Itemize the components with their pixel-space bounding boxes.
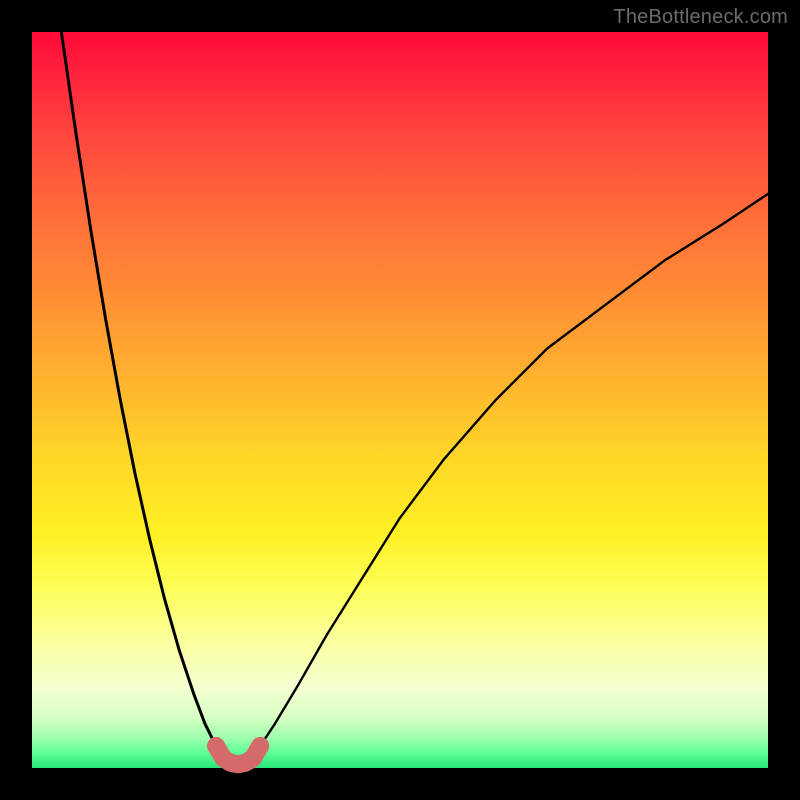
curve-left (61, 32, 216, 746)
watermark-label: TheBottleneck.com (613, 6, 788, 29)
chart-svg (32, 32, 768, 768)
chart-canvas (32, 32, 768, 768)
trough (216, 746, 260, 764)
curve-right (260, 194, 768, 746)
